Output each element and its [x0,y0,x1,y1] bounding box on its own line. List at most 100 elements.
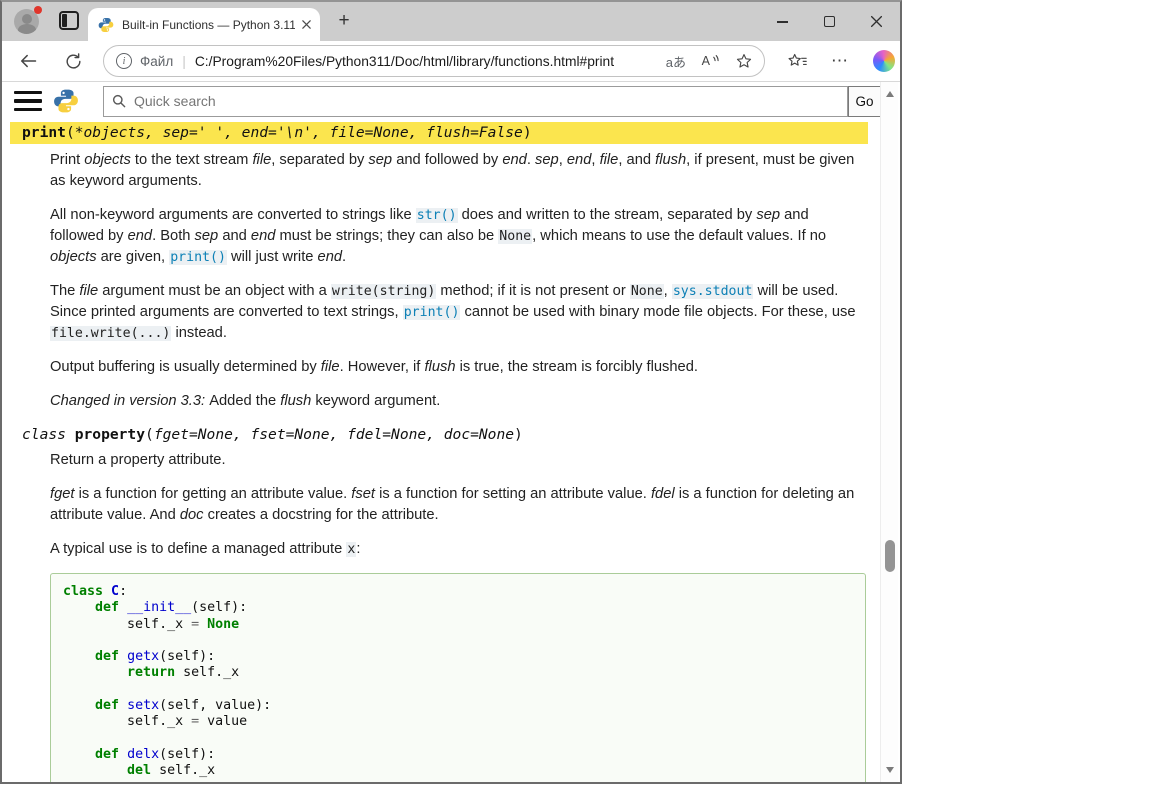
text-run: instead. [171,325,227,341]
svg-text:A: A [702,54,711,68]
text-run: __init__ [127,600,191,615]
maximize-button[interactable] [806,2,853,41]
text-run [199,617,207,632]
maximize-icon [824,16,835,27]
text-run: fget=None, fset=None, fdel=None, doc=Non… [154,426,514,443]
text-run: argument must be an object with a [98,283,331,299]
text-run: end [502,152,527,168]
protocol-label[interactable]: Файл [140,54,173,69]
doc-paragraph: Return a property attribute. [50,450,866,471]
text-run: None [207,617,239,632]
refresh-button[interactable] [63,51,83,71]
text-run: objects [50,249,97,265]
text-run: x [346,542,356,557]
scrollbar-up-icon[interactable] [886,91,894,97]
text-run: sep [195,228,219,244]
text-run [119,649,127,664]
print-description: Print objects to the text stream file, s… [50,150,866,412]
text-run: = [191,617,199,632]
text-run: Added the [209,393,280,409]
url-text[interactable]: C:/Program%20Files/Python311/Doc/html/li… [195,54,614,69]
settings-more-icon[interactable]: ⋯ [831,51,849,71]
text-run: does and written to the stream, separate… [458,207,757,223]
text-run: fset [351,486,375,502]
address-bar[interactable]: i Файл | C:/Program%20Files/Python311/Do… [103,45,765,77]
address-separator: | [182,53,186,69]
favorite-star-icon[interactable] [734,51,754,71]
text-run: , [591,152,599,168]
doc-paragraph: Output buffering is usually determined b… [50,357,866,378]
python-logo[interactable] [53,88,79,114]
text-run: fget [50,486,75,502]
go-button[interactable]: Go [848,86,881,117]
text-run: sep [368,152,392,168]
text-run: objects [84,152,131,168]
code-line: class C: [63,584,853,600]
favorites-hub-icon[interactable] [787,51,807,71]
text-run: Return a property attribute. [50,452,226,468]
code-example-block[interactable]: class C: def __init__(self): self._x = N… [50,573,866,782]
text-run: ) [523,124,532,141]
property-signature[interactable]: class property(fget=None, fset=None, fde… [10,425,881,444]
text-run: is a function for getting an attribute v… [75,486,352,502]
text-run: All non-keyword arguments are converted … [50,207,416,223]
workspaces-icon[interactable] [59,11,79,30]
text-run: to the text stream [131,152,253,168]
new-tab-button[interactable]: + [333,10,355,32]
site-info-icon[interactable]: i [116,53,132,69]
text-run: end [318,249,343,265]
close-button[interactable] [853,2,900,41]
text-run: None [498,229,532,244]
window-controls [759,2,900,41]
menu-icon[interactable] [14,91,42,111]
text-run: *objects, sep=' ', end='\n', file=None, … [75,124,523,141]
code-link[interactable]: sys.stdout [672,284,754,299]
text-run: method; if it is not present or [436,283,629,299]
text-run: and followed by [392,152,502,168]
text-run [119,600,127,615]
text-run: keyword argument. [311,393,440,409]
code-line [63,731,853,747]
code-link[interactable]: print() [169,250,227,265]
text-run: value [199,714,247,729]
read-aloud-icon[interactable]: A [700,51,720,71]
text-run [63,665,127,680]
scrollbar-thumb[interactable] [885,540,895,572]
text-run: is a function for setting an attribute v… [375,486,651,502]
search-input[interactable] [103,86,848,117]
code-line: def __init__(self): [63,600,853,616]
tab-close-icon[interactable] [301,19,312,30]
code-link[interactable]: str() [416,208,458,223]
text-run: file [600,152,619,168]
code-line: self._x = None [63,617,853,633]
doc-paragraph: fget is a function for getting an attrib… [50,484,866,526]
print-signature[interactable]: print(*objects, sep=' ', end='\n', file=… [22,123,868,142]
minimize-button[interactable] [759,2,806,41]
property-entry: class property(fget=None, fset=None, fde… [2,425,881,560]
text-run: write(string) [331,284,436,299]
code-line: self._x = value [63,714,853,730]
text-run: : [356,541,360,557]
tab-title: Built-in Functions — Python 3.11.5 [122,18,295,32]
text-run: class [63,584,103,599]
page-scrollbar[interactable] [880,82,898,782]
text-run: flush [424,359,455,375]
text-run: doc [180,507,204,523]
copilot-icon[interactable] [873,50,895,72]
toolbar-right: ⋯ [787,50,895,72]
text-run: flush [655,152,686,168]
translate-icon[interactable]: aあ [666,52,686,71]
text-run: end [567,152,592,168]
back-button[interactable] [18,51,38,71]
browser-tab[interactable]: Built-in Functions — Python 3.11.5 [88,8,320,41]
property-description: Return a property attribute. fget is a fu… [50,450,866,560]
code-line: def getx(self): [63,649,853,665]
text-run: delx [127,747,159,762]
text-run: return [127,665,175,680]
scrollbar-down-icon[interactable] [886,767,894,773]
browser-window: Built-in Functions — Python 3.11.5 + i Ф… [0,0,902,784]
code-link[interactable]: print() [403,305,461,320]
text-run: (self): [159,649,215,664]
minimize-icon [777,21,788,23]
doc-paragraph: Changed in version 3.3: Added the flush … [50,391,866,412]
